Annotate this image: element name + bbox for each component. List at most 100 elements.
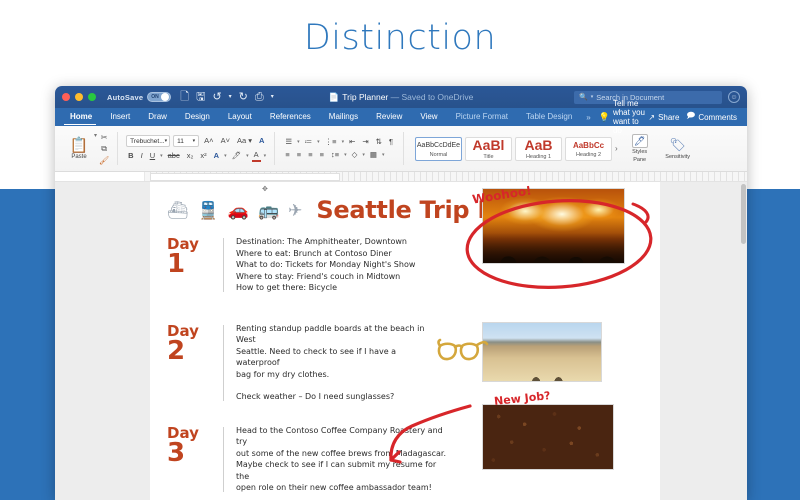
tab-picture-format[interactable]: Picture Format: [447, 108, 517, 126]
day-1-line-1: Destination: The Amphitheater, Downtown: [236, 237, 407, 246]
multilevel-list-icon[interactable]: ⋮≡: [323, 137, 339, 147]
sort-icon[interactable]: ⇅: [374, 137, 384, 147]
styles-pane-label-1: Styles: [632, 149, 648, 155]
justify-icon[interactable]: ≡: [318, 150, 326, 160]
style-heading-2-sample: AaBbCc: [572, 140, 605, 150]
styles-gallery-more-icon[interactable]: ›: [612, 144, 621, 153]
redo-icon[interactable]: ↻: [239, 91, 248, 103]
bold-button[interactable]: B: [126, 151, 135, 161]
align-center-icon[interactable]: ≡: [295, 150, 303, 160]
tab-overflow-icon[interactable]: »: [581, 113, 595, 122]
borders-icon[interactable]: ▦: [368, 150, 379, 160]
paste-label: Paste: [71, 153, 87, 160]
styles-gallery[interactable]: AaBbCcDdEe Normal AaBl Title AaB Heading…: [412, 136, 612, 161]
styles-pane-button[interactable]: 🖊 Styles Pane: [625, 134, 655, 163]
font-name-combobox[interactable]: Trebuchet... ▾: [126, 135, 171, 147]
tab-table-design[interactable]: Table Design: [517, 108, 581, 126]
increase-indent-icon[interactable]: ⇥: [360, 137, 370, 147]
tab-mailings[interactable]: Mailings: [320, 108, 367, 126]
share-icon: ↗: [648, 112, 656, 122]
text-effects-icon[interactable]: A: [257, 136, 266, 146]
line-spacing-icon[interactable]: ↕≡: [329, 150, 341, 160]
print-icon[interactable]: ⎙: [255, 91, 264, 103]
numbering-icon[interactable]: ≔: [303, 137, 315, 147]
underline-button[interactable]: U: [148, 151, 157, 161]
day-3-divider: [223, 426, 224, 492]
day-2-text[interactable]: Renting standup paddle boards at the bea…: [236, 323, 432, 403]
close-window-button[interactable]: [62, 93, 70, 101]
day-3-text[interactable]: Head to the Contoso Coffee Company Roast…: [236, 425, 448, 494]
style-title[interactable]: AaBl Title: [465, 136, 512, 161]
quick-access-toolbar[interactable]: 🗋 🖫 ↺ ▾ ↻ ⎙ ▾: [180, 91, 274, 103]
ribbon-group-paragraph: ☰ ▾ ≔ ▾ ⋮≡ ▾ ⇤ ⇥ ⇅ ¶ ≡ ≡ ≡ ≡ ↕≡ ▾ ◇ ▾ ▦ ▾: [283, 137, 395, 160]
shading-icon[interactable]: ◇: [350, 150, 360, 160]
subscript-button[interactable]: x₂: [185, 151, 196, 161]
traffic-lights[interactable]: [62, 93, 96, 101]
tab-insert[interactable]: Insert: [101, 108, 139, 126]
account-circle-icon[interactable]: ☺: [728, 91, 740, 103]
strikethrough-button[interactable]: abc: [166, 151, 182, 161]
change-case-icon[interactable]: Aa ▾: [235, 136, 254, 146]
grow-font-icon[interactable]: A˄: [202, 136, 215, 146]
style-normal-label: Normal: [429, 151, 448, 158]
tab-references[interactable]: References: [261, 108, 320, 126]
autosave-toggle[interactable]: ON: [147, 92, 172, 102]
style-heading-2[interactable]: AaBbCc Heading 2: [565, 136, 612, 161]
document-page[interactable]: ✥ ⛴ 🚆 🚗 🚌 ✈ Seattle Trip Planner Day 1 D…: [150, 182, 660, 500]
tab-view[interactable]: View: [411, 108, 446, 126]
copy-icon[interactable]: ⧉: [101, 144, 107, 154]
style-normal[interactable]: AaBbCcDdEe Normal: [415, 136, 462, 161]
tab-design[interactable]: Design: [176, 108, 219, 126]
train-icon: 🚆: [197, 200, 219, 220]
paste-button[interactable]: 📋 Paste: [64, 138, 94, 160]
share-button[interactable]: ↗ Share: [648, 113, 679, 122]
show-formatting-marks-icon[interactable]: ¶: [387, 137, 395, 147]
tab-layout[interactable]: Layout: [219, 108, 261, 126]
minimize-window-button[interactable]: [75, 93, 83, 101]
font-color-icon[interactable]: A: [212, 151, 221, 161]
zoom-window-button[interactable]: [88, 93, 96, 101]
superscript-button[interactable]: x²: [198, 151, 208, 161]
clipboard-tools: ✂ ⧉ 🖌: [99, 133, 109, 165]
undo-dropdown-icon[interactable]: ▾: [229, 94, 232, 100]
ribbon-tab-strip[interactable]: Home Insert Draw Design Layout Reference…: [55, 99, 747, 135]
horizontal-ruler[interactable]: [55, 172, 747, 182]
comments-button[interactable]: 🗩 Comments: [686, 110, 737, 124]
style-heading-1-sample: AaB: [524, 136, 553, 153]
bullets-icon[interactable]: ☰: [283, 137, 294, 147]
save-as-icon[interactable]: 🗋: [180, 91, 189, 103]
save-icon[interactable]: 🖫: [196, 91, 205, 103]
chevron-down-icon[interactable]: ▾: [94, 132, 97, 139]
shrink-font-icon[interactable]: A˅: [219, 136, 232, 146]
highlighter-icon[interactable]: 🖊: [230, 151, 244, 161]
sensitivity-button[interactable]: 🏷 Sensitivity: [660, 137, 696, 160]
beach-photo[interactable]: [482, 322, 602, 382]
coffee-photo[interactable]: [482, 404, 614, 470]
style-heading-1[interactable]: AaB Heading 1: [515, 136, 562, 161]
customize-qat-icon[interactable]: ▾: [271, 94, 274, 100]
lightbulb-icon: 💡: [598, 111, 610, 122]
format-painter-icon[interactable]: 🖌: [99, 156, 109, 165]
decrease-indent-icon[interactable]: ⇤: [347, 137, 357, 147]
font-name-value: Trebuchet...: [130, 137, 165, 145]
align-right-icon[interactable]: ≡: [306, 150, 314, 160]
italic-button[interactable]: I: [139, 151, 145, 161]
cut-scissors-icon[interactable]: ✂: [101, 133, 108, 142]
undo-icon[interactable]: ↺: [212, 91, 221, 103]
align-left-icon[interactable]: ≡: [283, 150, 291, 160]
style-title-sample: AaBl: [472, 136, 505, 153]
tab-review[interactable]: Review: [367, 108, 411, 126]
day-2-line-3: bag for my dry clothes.: [236, 369, 330, 379]
underline-color-icon[interactable]: A: [251, 150, 261, 162]
bus-icon: 🚌: [257, 200, 280, 220]
day-2-number: 2: [167, 335, 186, 366]
object-anchor-icon: ✥: [262, 186, 268, 193]
tell-me-box[interactable]: 💡 Tell me what you want to do: [596, 99, 649, 135]
font-size-combobox[interactable]: 11 ▾: [173, 135, 200, 147]
day-3-line-2: out some of the new coffee brews from Ma…: [236, 448, 447, 458]
tab-draw[interactable]: Draw: [139, 108, 176, 126]
document-canvas[interactable]: ✥ ⛴ 🚆 🚗 🚌 ✈ Seattle Trip Planner Day 1 D…: [55, 182, 747, 500]
day-1-line-5: How to get there: Bicycle: [236, 283, 338, 292]
day-1-text[interactable]: Destination: The Amphitheater, Downtown …: [236, 236, 432, 294]
vertical-scrollbar[interactable]: [741, 184, 746, 244]
